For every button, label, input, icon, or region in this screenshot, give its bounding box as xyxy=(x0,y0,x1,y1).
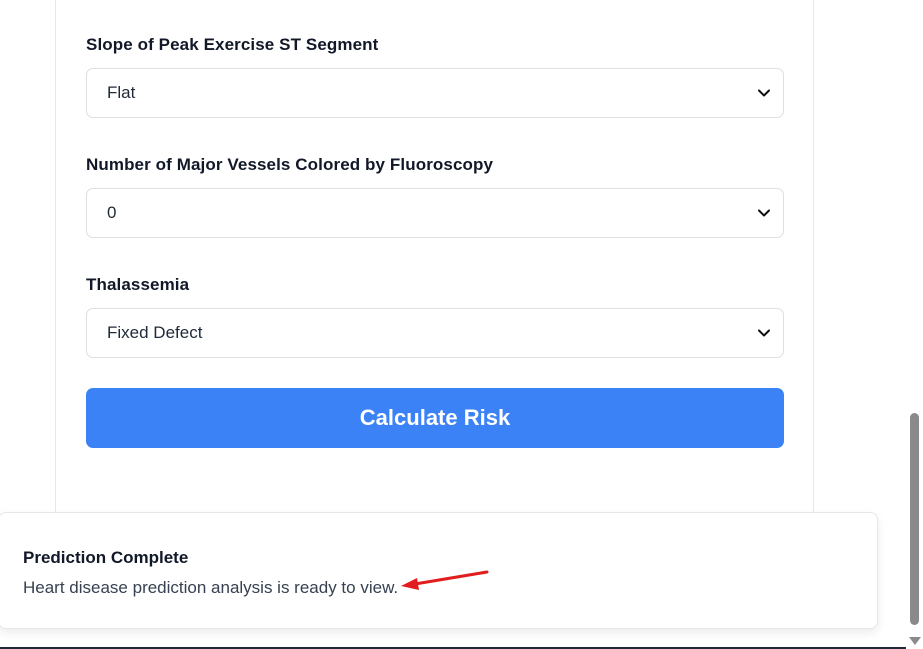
thalassemia-select-value: Fixed Defect xyxy=(107,323,203,342)
vessels-label: Number of Major Vessels Colored by Fluor… xyxy=(86,155,494,174)
red-arrow-icon xyxy=(401,570,489,590)
vessels-select-value: 0 xyxy=(107,203,117,222)
chevron-down-icon xyxy=(757,326,771,340)
chevron-down-icon xyxy=(757,86,771,100)
toast-title: Prediction Complete xyxy=(23,548,189,567)
viewport: Slope of Peak Exercise ST Segment Flat N… xyxy=(0,0,923,649)
calculate-risk-button[interactable]: Calculate Risk xyxy=(86,388,784,448)
slope-label: Slope of Peak Exercise ST Segment xyxy=(86,35,379,54)
slope-select[interactable]: Flat xyxy=(86,68,784,118)
thalassemia-label: Thalassemia xyxy=(86,275,190,294)
thalassemia-select[interactable]: Fixed Defect xyxy=(86,308,784,358)
scroll-down-arrow-icon[interactable] xyxy=(909,637,921,645)
slope-select-value: Flat xyxy=(107,83,136,102)
toast-description: Heart disease prediction analysis is rea… xyxy=(23,578,399,597)
vertical-scrollbar[interactable] xyxy=(906,0,923,649)
chevron-down-icon xyxy=(757,206,771,220)
scrollbar-thumb[interactable] xyxy=(910,413,919,625)
vessels-select[interactable]: 0 xyxy=(86,188,784,238)
